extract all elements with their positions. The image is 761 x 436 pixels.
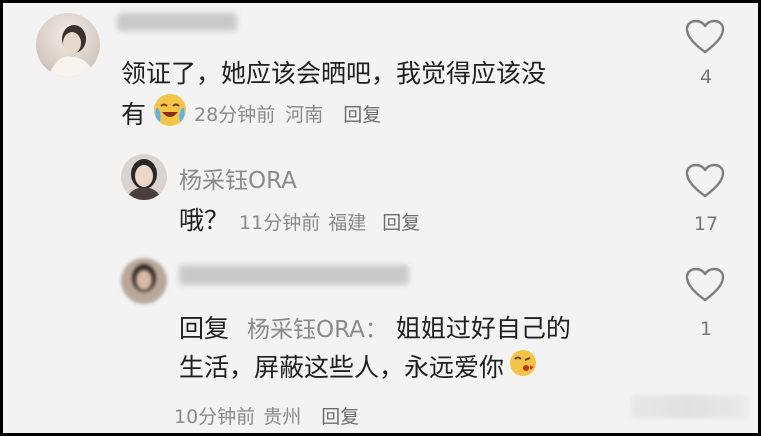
reply-text: 回复 杨采钰ORA： 姐姐过好自己的 生活，屏蔽这些人，永远爱你 bbox=[179, 311, 669, 388]
reply-to-username[interactable]: 杨采钰ORA： bbox=[247, 317, 388, 343]
avatar-portrait bbox=[125, 159, 163, 200]
kiss-emoji bbox=[508, 348, 538, 388]
crying-laughing-emoji bbox=[152, 92, 188, 138]
reply-time: 11分钟前 bbox=[239, 211, 321, 234]
heart-icon bbox=[685, 267, 725, 302]
reply-time: 10分钟前 bbox=[174, 406, 256, 428]
reply-text-line1-text: 姐姐过好自己的 bbox=[395, 314, 571, 343]
comment-time: 28分钟前 bbox=[194, 104, 276, 126]
like-button[interactable] bbox=[685, 163, 727, 203]
comment-text-line2: 有 28分钟前 河南 回复 bbox=[121, 92, 681, 138]
comment-text: 领证了，她应该会晒吧，我觉得应该没 有 28分钟前 河南 回复 bbox=[121, 56, 681, 138]
like-count: 1 bbox=[699, 318, 713, 340]
reply-meta-row: 10分钟前 贵州 回复 bbox=[174, 402, 359, 429]
reply-text-row: 哦？ 11分钟前 福建 回复 bbox=[179, 203, 420, 239]
blurred-username bbox=[117, 13, 237, 31]
reply-text-line2-text: 生活，屏蔽这些人，永远爱你 bbox=[179, 353, 505, 382]
like-count: 4 bbox=[699, 66, 713, 88]
like-count: 17 bbox=[693, 213, 719, 235]
avatar[interactable] bbox=[121, 258, 167, 304]
blurred-username bbox=[179, 265, 409, 285]
reply-button[interactable]: 回复 bbox=[321, 402, 359, 429]
avatar-portrait bbox=[48, 25, 96, 77]
comment-text-line2-text: 有 bbox=[121, 100, 147, 129]
reply-button[interactable]: 回复 bbox=[382, 208, 420, 235]
comment-location: 河南 bbox=[285, 104, 324, 126]
comment-text-line1: 领证了，她应该会晒吧，我觉得应该没 bbox=[121, 59, 547, 88]
comment-list: 领证了，她应该会晒吧，我觉得应该没 有 28分钟前 河南 回复 4 杨采钰ORA… bbox=[3, 3, 758, 433]
reply-location: 福建 bbox=[328, 211, 367, 234]
username[interactable]: 杨采钰ORA bbox=[179, 161, 297, 195]
heart-icon bbox=[685, 19, 725, 54]
avatar[interactable] bbox=[121, 154, 167, 200]
reply-location: 贵州 bbox=[263, 406, 302, 428]
reply-text-line2: 生活，屏蔽这些人，永远爱你 bbox=[179, 348, 669, 388]
avatar[interactable] bbox=[36, 13, 100, 77]
like-button[interactable] bbox=[685, 19, 727, 59]
watermark bbox=[631, 395, 749, 419]
reply-button[interactable]: 回复 bbox=[343, 97, 381, 133]
reply-text: 哦？ bbox=[179, 206, 230, 235]
reply-text-line1: 回复 杨采钰ORA： 姐姐过好自己的 bbox=[179, 311, 669, 348]
like-button[interactable] bbox=[685, 267, 727, 307]
heart-icon bbox=[685, 163, 725, 198]
reply-prefix: 回复 bbox=[179, 314, 230, 343]
avatar-portrait bbox=[132, 264, 156, 292]
